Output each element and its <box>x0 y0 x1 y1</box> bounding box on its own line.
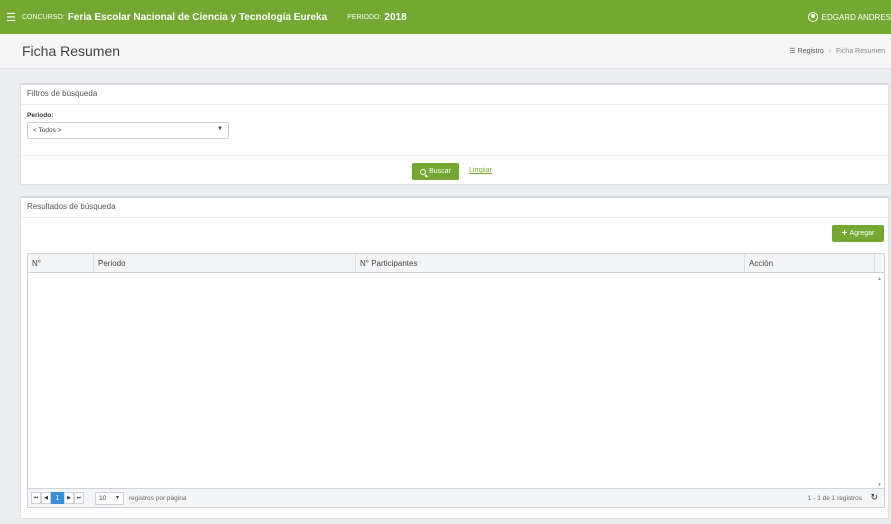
filters-panel: Filtros de búsqueda Periodo: < Todos > ▼… <box>20 83 889 185</box>
top-bar: ☰ CONCURSO: Feria Escolar Nacional de Ci… <box>0 0 891 34</box>
caret-down-icon: ▼ <box>217 126 223 132</box>
pager-info: 1 - 1 de 1 registros <box>807 495 862 502</box>
buscar-button[interactable]: Buscar <box>412 163 459 180</box>
current-page-button[interactable]: 1 <box>51 492 64 504</box>
breadcrumb: ☰ Registro › Ficha Resumen <box>789 47 885 55</box>
column-header-numero[interactable]: N° <box>28 254 94 272</box>
page-size-select[interactable]: 10 ▼ <box>95 491 124 505</box>
column-header-accion[interactable]: Acción <box>745 254 875 272</box>
page-header: Ficha Resumen ☰ Registro › Ficha Resumen <box>0 34 891 69</box>
scroll-up-icon[interactable]: ▲ <box>877 276 882 282</box>
user-menu[interactable]: EDGARD ANDRES <box>807 0 891 34</box>
periodo-info: PERIODO: 2018 <box>347 12 406 23</box>
grid-header: N° Periodo N° Participantes Acción <box>28 254 884 273</box>
limpiar-link[interactable]: Limpiar <box>469 167 492 174</box>
vertical-scrollbar[interactable]: ▲ ▼ <box>875 273 884 491</box>
page-size-value: 10 <box>99 494 107 502</box>
periodo-label: PERIODO: <box>347 13 382 21</box>
concurso-label: CONCURSO: <box>22 13 65 21</box>
user-icon <box>807 12 818 22</box>
first-page-button[interactable]: ⏮ <box>31 492 41 504</box>
last-page-button[interactable]: ⏭ <box>74 492 84 504</box>
results-title: Resultados de búsqueda <box>21 198 888 218</box>
list-icon: ☰ <box>789 48 796 55</box>
column-header-participantes[interactable]: N° Participantes <box>356 254 745 272</box>
filters-title: Filtros de búsqueda <box>21 85 888 105</box>
agregar-label: Agregar <box>849 230 875 237</box>
next-page-button[interactable]: ▶ <box>64 492 74 504</box>
concurso-name: Feria Escolar Nacional de Ciencia y Tecn… <box>67 11 328 23</box>
results-panel: Resultados de búsqueda + Agregar N° Peri… <box>20 196 889 519</box>
caret-down-icon: ▼ <box>115 495 120 501</box>
column-header-spacer <box>875 254 884 272</box>
per-page-label: registros por página <box>129 494 187 502</box>
periodo-select[interactable]: < Todos > ▼ <box>27 122 229 139</box>
pager: ⏮ ◀ 1 ▶ ⏭ 10 ▼ registros por página 1 - … <box>28 488 884 507</box>
divider <box>21 155 888 156</box>
buscar-label: Buscar <box>429 168 451 175</box>
breadcrumb-current: Ficha Resumen <box>835 48 885 55</box>
breadcrumb-root[interactable]: Registro <box>798 48 824 55</box>
user-name: EDGARD ANDRES <box>821 12 891 22</box>
prev-page-button[interactable]: ◀ <box>41 492 51 504</box>
breadcrumb-separator: › <box>828 48 832 55</box>
results-grid: N° Periodo N° Participantes Acción ▲ ▼ ⏮… <box>27 253 885 508</box>
search-icon <box>420 168 427 175</box>
page-title: Ficha Resumen <box>22 43 121 59</box>
refresh-icon[interactable]: ↻ <box>870 492 878 503</box>
periodo-value: 2018 <box>384 11 407 23</box>
periodo-select-value: < Todos > <box>33 127 62 134</box>
column-header-periodo[interactable]: Periodo <box>94 254 356 272</box>
periodo-filter-label: Periodo: <box>27 112 54 119</box>
agregar-button[interactable]: + Agregar <box>832 225 884 242</box>
plus-icon: + <box>841 228 848 239</box>
menu-icon[interactable]: ☰ <box>0 11 22 24</box>
